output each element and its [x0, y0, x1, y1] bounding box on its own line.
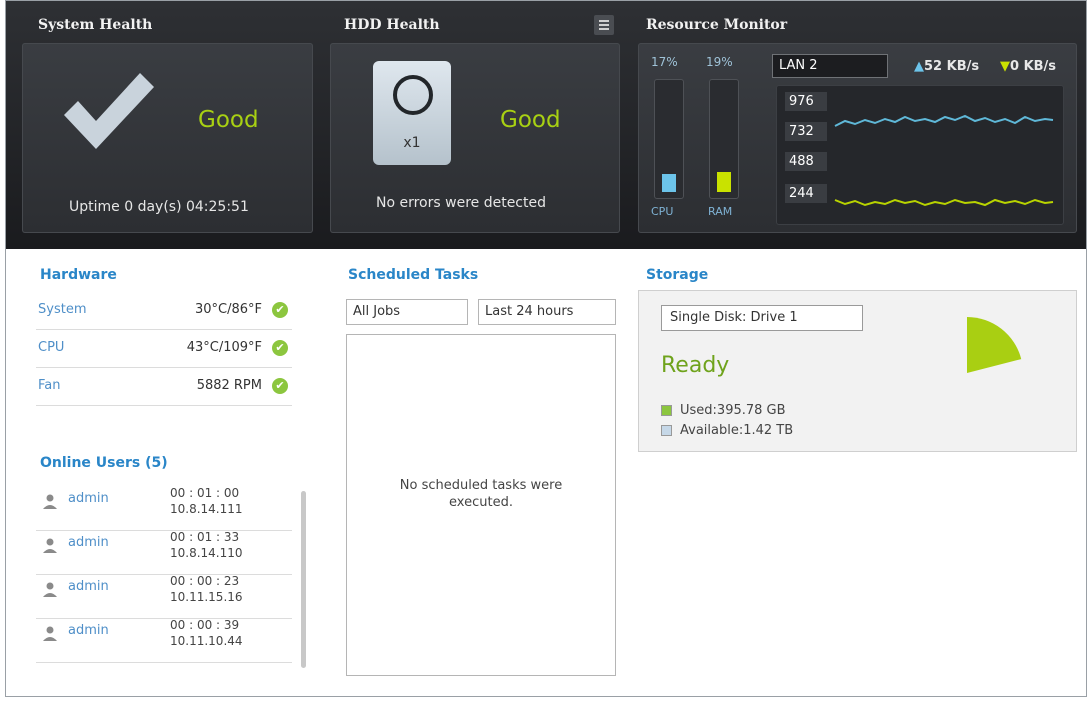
- user-session: 00 : 00 : 39 10.11.10.44: [170, 617, 243, 649]
- user-name: admin: [68, 491, 109, 506]
- upload-icon: ▲: [914, 59, 924, 74]
- user-row[interactable]: admin 00 : 01 : 00 10.8.14.111: [36, 485, 292, 531]
- y-tick-732: 732: [785, 122, 827, 141]
- used-text: Used:395.78 GB: [680, 403, 786, 418]
- check-circle-icon: ✔: [272, 340, 288, 356]
- user-icon: [43, 538, 57, 553]
- download-icon: ▼: [1000, 59, 1010, 74]
- user-ip: 10.11.10.44: [170, 634, 243, 648]
- uptime-text: Uptime 0 day(s) 04:25:51: [69, 199, 249, 215]
- user-ip: 10.11.15.16: [170, 590, 243, 604]
- upload-speed: ▲52 KB/s: [914, 59, 979, 74]
- hardware-row-cpu: CPU 43°C/109°F ✔: [36, 331, 292, 368]
- download-speed-value: 0 KB/s: [1010, 59, 1057, 74]
- download-speed: ▼0 KB/s: [1000, 59, 1056, 74]
- storage-status: Ready: [661, 353, 730, 378]
- lan-select[interactable]: LAN 2: [772, 54, 888, 78]
- hdd-health-panel: x1 Good No errors were detected: [330, 43, 620, 233]
- user-icon: [43, 494, 57, 509]
- job-filter-select[interactable]: All Jobs: [346, 299, 468, 325]
- user-session: 00 : 01 : 00 10.8.14.111: [170, 485, 243, 517]
- cpu-label: CPU: [651, 205, 674, 218]
- user-ip: 10.8.14.110: [170, 546, 243, 560]
- user-name: admin: [68, 579, 109, 594]
- legend-available: Available:1.42 TB: [661, 423, 793, 438]
- hardware-value: 5882 RPM: [196, 378, 262, 393]
- upload-speed-value: 52 KB/s: [924, 59, 980, 74]
- storage-pie: [967, 317, 1022, 373]
- user-duration: 00 : 01 : 33: [170, 530, 240, 544]
- checkmark-icon: [64, 73, 154, 149]
- network-graph-lines: [834, 114, 1054, 207]
- download-line: [834, 198, 1054, 207]
- system-health-title: System Health: [38, 17, 153, 33]
- hardware-title: Hardware: [40, 267, 117, 283]
- ram-meter-fill: [717, 172, 731, 192]
- top-panel: System Health Good Uptime 0 day(s) 04:25…: [6, 1, 1086, 249]
- tasks-empty-line: No scheduled tasks were: [399, 478, 563, 493]
- tasks-empty-line: executed.: [449, 495, 513, 510]
- storage-panel: Single Disk: Drive 1 Ready Used:395.78 G…: [638, 290, 1077, 452]
- user-session: 00 : 01 : 33 10.8.14.110: [170, 529, 243, 561]
- used-swatch: [661, 405, 672, 416]
- hdd-disk-icon[interactable]: x1: [373, 61, 451, 165]
- system-health-panel: Good Uptime 0 day(s) 04:25:51: [22, 43, 313, 233]
- user-ip: 10.8.14.111: [170, 502, 243, 516]
- cpu-percent: 17%: [651, 55, 678, 69]
- dashboard: System Health Good Uptime 0 day(s) 04:25…: [5, 0, 1087, 697]
- available-text: Available:1.42 TB: [680, 423, 794, 438]
- ram-label: RAM: [708, 205, 733, 218]
- hardware-row-fan: Fan 5882 RPM ✔: [36, 369, 292, 406]
- online-users-title: Online Users (5): [40, 455, 168, 471]
- tasks-empty-message: No scheduled tasks were executed.: [347, 477, 615, 511]
- hdd-health-title: HDD Health: [344, 17, 440, 33]
- storage-used-slice: [967, 317, 1022, 373]
- system-health-status: Good: [198, 107, 259, 133]
- user-row[interactable]: admin 00 : 00 : 23 10.11.15.16: [36, 573, 292, 619]
- check-circle-icon: ✔: [272, 302, 288, 318]
- user-row[interactable]: admin 00 : 01 : 33 10.8.14.110: [36, 529, 292, 575]
- y-tick-976: 976: [785, 92, 827, 111]
- network-graph: 976 732 488 244: [776, 85, 1064, 225]
- cpu-meter-fill: [662, 174, 676, 192]
- user-session: 00 : 00 : 23 10.11.15.16: [170, 573, 243, 605]
- available-swatch: [661, 425, 672, 436]
- ram-meter: [709, 79, 739, 199]
- cpu-meter: [654, 79, 684, 199]
- check-circle-icon: ✔: [272, 378, 288, 394]
- hardware-name: Fan: [38, 378, 61, 393]
- user-icon: [43, 626, 57, 641]
- time-filter-select[interactable]: Last 24 hours: [478, 299, 616, 325]
- hdd-health-status: Good: [500, 107, 561, 133]
- user-name: admin: [68, 535, 109, 550]
- tasks-list: No scheduled tasks were executed.: [346, 334, 616, 676]
- hdd-menu-icon[interactable]: [594, 15, 614, 35]
- hardware-value: 30°C/86°F: [194, 302, 262, 317]
- hardware-row-system: System 30°C/86°F ✔: [36, 293, 292, 330]
- hdd-disk-count: x1: [403, 135, 421, 151]
- user-row[interactable]: admin 00 : 00 : 39 10.11.10.44: [36, 617, 292, 663]
- user-duration: 00 : 00 : 23: [170, 574, 240, 588]
- user-name: admin: [68, 623, 109, 638]
- users-scrollbar[interactable]: [301, 491, 306, 668]
- ram-percent: 19%: [706, 55, 733, 69]
- hdd-message: No errors were detected: [376, 195, 546, 211]
- hardware-name: CPU: [38, 340, 65, 355]
- upload-line: [834, 114, 1054, 127]
- user-duration: 00 : 01 : 00: [170, 486, 240, 500]
- user-icon: [43, 582, 57, 597]
- user-duration: 00 : 00 : 39: [170, 618, 240, 632]
- y-tick-488: 488: [785, 152, 827, 171]
- scheduled-tasks-title: Scheduled Tasks: [348, 267, 479, 283]
- hardware-value: 43°C/109°F: [186, 340, 262, 355]
- resource-monitor-title: Resource Monitor: [646, 17, 788, 33]
- storage-title: Storage: [646, 267, 709, 283]
- y-tick-244: 244: [785, 184, 827, 203]
- disk-select[interactable]: Single Disk: Drive 1: [661, 305, 863, 331]
- hardware-name: System: [38, 302, 87, 317]
- legend-used: Used:395.78 GB: [661, 403, 786, 418]
